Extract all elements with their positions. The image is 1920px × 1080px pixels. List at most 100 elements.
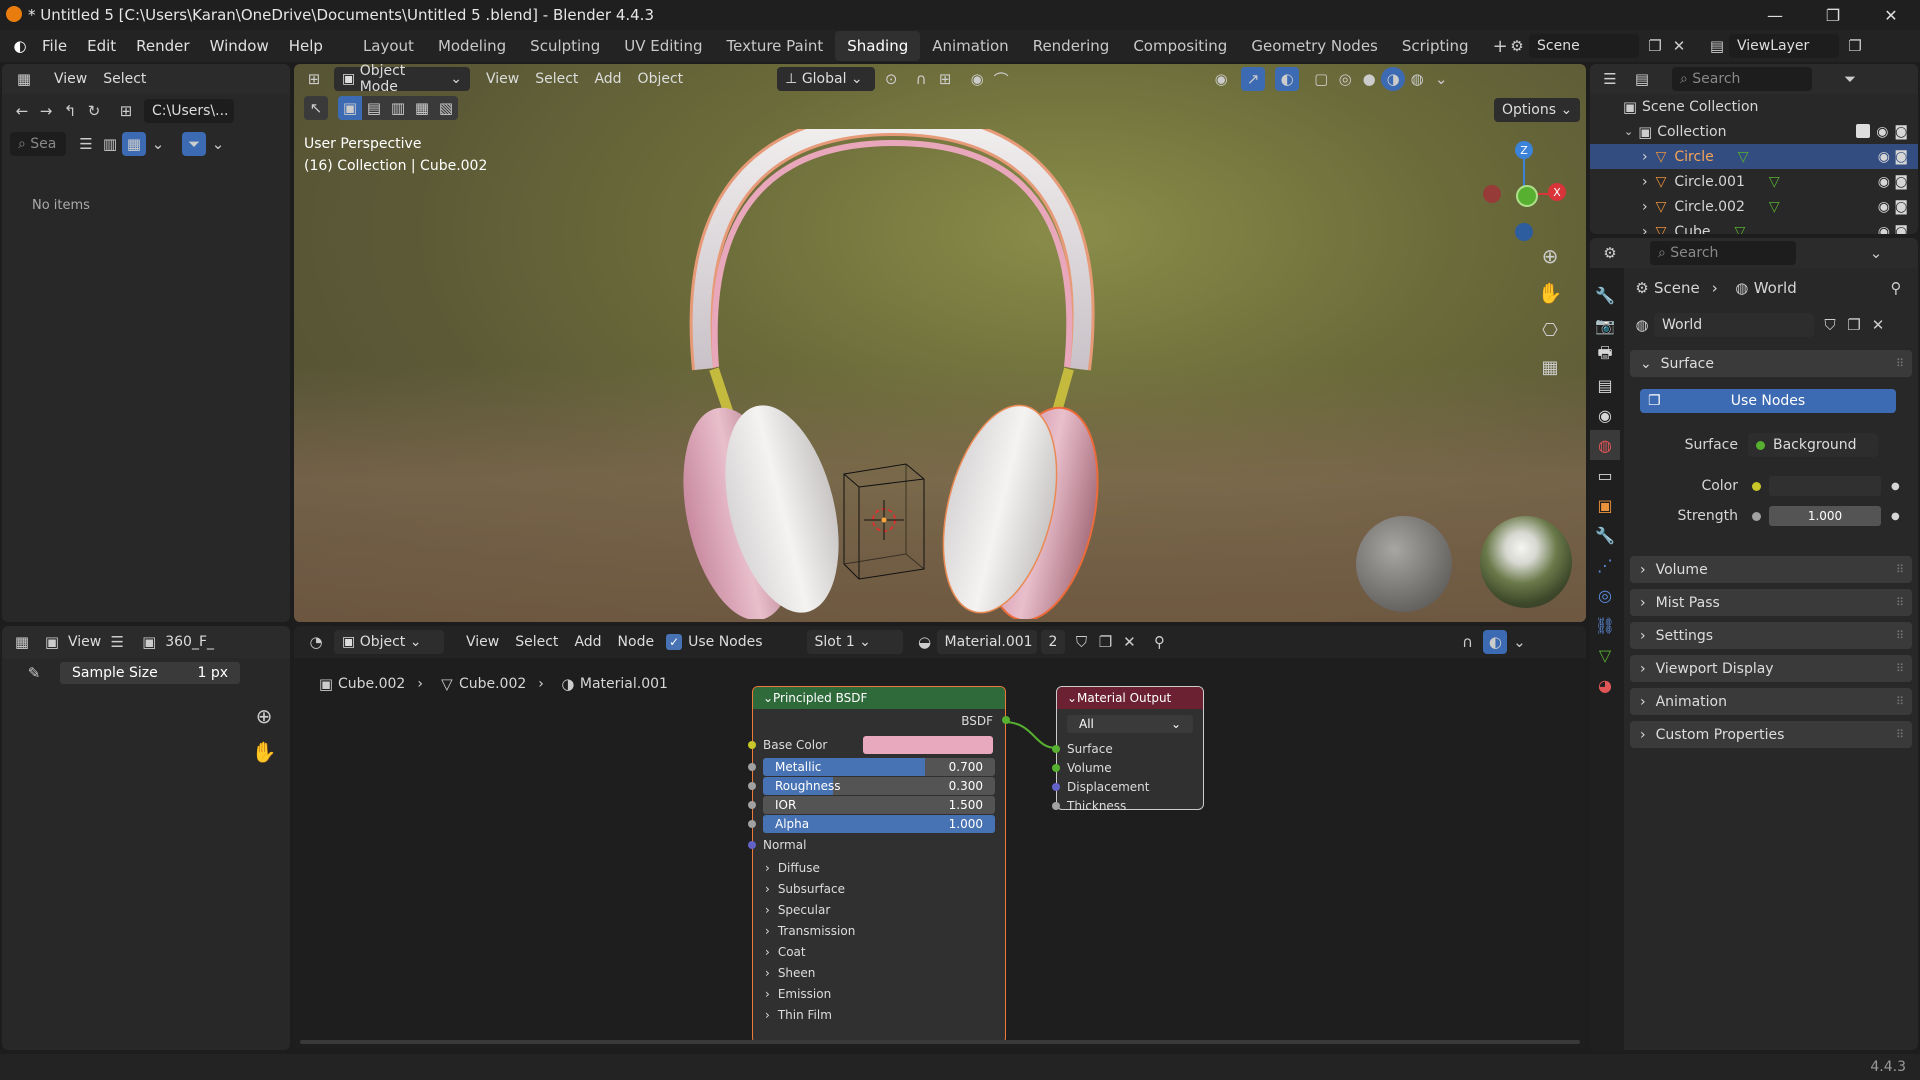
tool-tab-icon[interactable]: 🔧 bbox=[1590, 280, 1620, 310]
mesh-data-icon[interactable]: ▽ bbox=[1769, 199, 1780, 215]
material-output-node[interactable]: ⌄ Material Output All ⌄ Surface Volume Displ… bbox=[1052, 686, 1204, 813]
eyedropper-icon[interactable]: ✎ bbox=[22, 661, 46, 685]
chevron-right-icon[interactable]: › bbox=[1642, 224, 1648, 235]
tab-sculpting[interactable]: Sculpting bbox=[518, 31, 612, 61]
outliner-item[interactable]: › ▽ Circle.002 ▽ ◉ ◙ bbox=[1590, 194, 1918, 219]
subpanel-specular[interactable]: › Specular bbox=[753, 899, 1005, 920]
blender-menu-icon[interactable]: ◐ bbox=[8, 34, 32, 58]
eye-icon[interactable]: ◉ ◙ bbox=[1878, 174, 1908, 190]
view-layer-field[interactable]: ViewLayer bbox=[1729, 34, 1839, 58]
surface-shader-field[interactable]: Background bbox=[1748, 433, 1878, 457]
outliner-item[interactable]: › ▽ Circle ▽ ◉ ◙ bbox=[1590, 144, 1918, 169]
panel-volume[interactable]: › Volume ⠿ bbox=[1630, 556, 1912, 583]
panel-mist-pass[interactable]: › Mist Pass ⠿ bbox=[1630, 589, 1912, 616]
outliner-search-input[interactable]: ⌕ Search bbox=[1672, 67, 1812, 91]
delete-scene-icon[interactable]: ✕ bbox=[1667, 34, 1691, 58]
headphones-model[interactable] bbox=[654, 129, 1134, 619]
outliner-item[interactable]: › ▽ Cube ▽ ◉ ◙ bbox=[1590, 219, 1918, 235]
input-socket[interactable] bbox=[1052, 745, 1060, 753]
render-tab-icon[interactable]: 📷 bbox=[1590, 310, 1620, 340]
material-shading-icon[interactable]: ◑ bbox=[1381, 67, 1406, 91]
world-tab-icon[interactable]: ◍ bbox=[1590, 430, 1620, 460]
viewport-menu-view[interactable]: View bbox=[478, 71, 527, 87]
drag-handle-icon[interactable]: ⠿ bbox=[1896, 563, 1912, 576]
base-color-swatch[interactable] bbox=[863, 736, 993, 754]
close-button[interactable]: ✕ bbox=[1862, 0, 1920, 30]
pivot-icon[interactable]: ⊙ bbox=[879, 67, 903, 91]
filter-icon[interactable]: ⏷ bbox=[182, 132, 206, 156]
parent-dir-icon[interactable]: ↰ bbox=[58, 99, 82, 123]
select-box-icon[interactable]: ▣ bbox=[338, 96, 362, 120]
menu-help[interactable]: Help bbox=[279, 37, 333, 55]
drag-handle-icon[interactable]: ⠿ bbox=[1896, 728, 1912, 741]
back-icon[interactable]: ← bbox=[10, 99, 34, 123]
bsdf-roughness-field[interactable]: Roughness 0.300 bbox=[763, 776, 995, 795]
scene-selector-icon[interactable]: ⚙ bbox=[1505, 34, 1529, 58]
tab-texture-paint[interactable]: Texture Paint bbox=[714, 31, 835, 61]
normal-socket[interactable] bbox=[748, 841, 756, 849]
tab-shading[interactable]: Shading bbox=[835, 31, 921, 61]
search-input[interactable]: ⌕ Sea bbox=[10, 132, 66, 156]
bsdf-ior-field[interactable]: IOR 1.500 bbox=[763, 795, 995, 814]
tab-compositing[interactable]: Compositing bbox=[1121, 31, 1239, 61]
use-nodes-button[interactable]: ❐ Use Nodes bbox=[1640, 389, 1896, 413]
tab-modeling[interactable]: Modeling bbox=[426, 31, 518, 61]
falloff-icon[interactable]: ⌒ bbox=[989, 67, 1013, 91]
panel-custom-properties[interactable]: › Custom Properties ⠿ bbox=[1630, 721, 1912, 748]
subpanel-subsurface[interactable]: › Subsurface bbox=[753, 878, 1005, 899]
base-color-socket[interactable] bbox=[748, 741, 756, 749]
minimize-button[interactable]: — bbox=[1746, 0, 1804, 30]
list-vertical-icon[interactable]: ☰ bbox=[74, 132, 98, 156]
strength-socket-icon[interactable] bbox=[1752, 511, 1761, 521]
particles-tab-icon[interactable]: ⋰ bbox=[1590, 550, 1620, 580]
duplicate-world-icon[interactable]: ❐ bbox=[1842, 313, 1866, 337]
principled-bsdf-node[interactable]: ⌄ Principled BSDF BSDF Base Color Metalli… bbox=[748, 686, 1010, 1044]
subpanel-transmission[interactable]: › Transmission bbox=[753, 920, 1005, 941]
subpanel-diffuse[interactable]: › Diffuse bbox=[753, 857, 1005, 878]
mesh-data-icon[interactable]: ▽ bbox=[1735, 224, 1746, 235]
tab-scripting[interactable]: Scripting bbox=[1390, 31, 1481, 61]
input-socket[interactable] bbox=[748, 801, 756, 809]
subpanel-sheen[interactable]: › Sheen bbox=[753, 962, 1005, 983]
forward-icon[interactable]: → bbox=[34, 99, 58, 123]
object-mode-dropdown[interactable]: ▣ Object Mode ⌄ bbox=[334, 64, 470, 95]
options-dropdown[interactable]: Options ⌄ bbox=[1494, 98, 1581, 122]
chevron-down-icon[interactable]: ⌄ bbox=[146, 132, 170, 156]
subpanel-thin-film[interactable]: › Thin Film bbox=[753, 1004, 1005, 1025]
subpanel-coat[interactable]: › Coat bbox=[753, 941, 1005, 962]
menu-file[interactable]: File bbox=[32, 37, 77, 55]
sample-size-field[interactable]: Sample Size 1 px bbox=[60, 662, 240, 684]
input-socket[interactable] bbox=[748, 820, 756, 828]
rendered-shading-icon[interactable]: ◍ bbox=[1405, 67, 1429, 91]
node-editor-scrollbar[interactable] bbox=[300, 1040, 1580, 1044]
menu-render[interactable]: Render bbox=[126, 37, 199, 55]
input-socket[interactable] bbox=[1052, 764, 1060, 772]
select-subtract-icon[interactable]: ▥ bbox=[386, 96, 410, 120]
camera-icon[interactable]: ◙ bbox=[1894, 124, 1908, 140]
select-extend-icon[interactable]: ▤ bbox=[362, 96, 386, 120]
snap-target-icon[interactable]: ⊞ bbox=[933, 67, 957, 91]
path-field[interactable]: C:\Users\... bbox=[144, 99, 234, 123]
viewport-menu-select[interactable]: Select bbox=[527, 71, 586, 87]
collection-checkbox[interactable] bbox=[1856, 123, 1871, 138]
zoom-icon[interactable]: ⊕ bbox=[252, 704, 276, 728]
proportional-edit-icon[interactable]: ◉ bbox=[965, 67, 989, 91]
wireframe-shading-icon[interactable]: ◎ bbox=[1333, 67, 1357, 91]
tab-rendering[interactable]: Rendering bbox=[1021, 31, 1122, 61]
pin-icon[interactable]: ⚲ bbox=[1884, 276, 1908, 300]
eye-icon[interactable]: ◉ bbox=[1876, 124, 1888, 140]
list-horizontal-icon[interactable]: ▥ bbox=[98, 132, 122, 156]
view-layer-tab-icon[interactable]: ▤ bbox=[1590, 370, 1620, 400]
input-socket[interactable] bbox=[1052, 783, 1060, 791]
drag-handle-icon[interactable]: ⠿ bbox=[1896, 629, 1912, 642]
tab-animation[interactable]: Animation bbox=[920, 31, 1020, 61]
object-tab-icon[interactable]: ▣ bbox=[1590, 490, 1620, 520]
color-socket-icon[interactable] bbox=[1752, 481, 1761, 491]
menu-icon[interactable]: ☰ bbox=[105, 630, 129, 654]
constraints-tab-icon[interactable]: ⛓ bbox=[1590, 610, 1620, 640]
output-tab-icon[interactable]: 🖶 bbox=[1590, 340, 1620, 370]
panel-settings[interactable]: › Settings ⠿ bbox=[1630, 622, 1912, 649]
camera-view-icon[interactable]: ⎔ bbox=[1538, 318, 1562, 342]
surface-panel-header[interactable]: ⌄ Surface ⠿ bbox=[1630, 350, 1912, 377]
editor-type-icon[interactable]: ⚙ bbox=[1598, 241, 1622, 265]
